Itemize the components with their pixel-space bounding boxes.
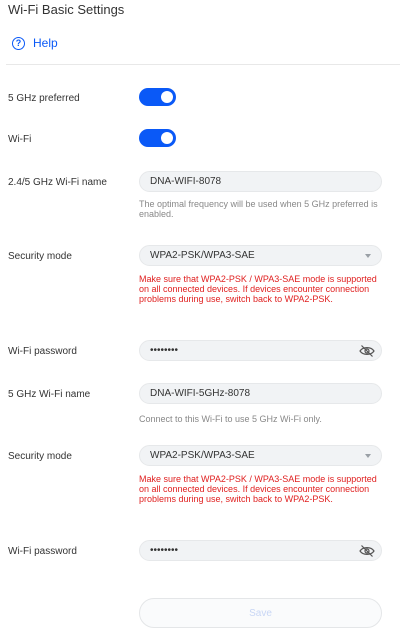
wifi-5ghz-name-note: Connect to this Wi-Fi to use 5 GHz Wi-Fi… xyxy=(139,414,322,424)
toggle-knob xyxy=(161,132,173,144)
wifi-5ghz-name-label: 5 GHz Wi-Fi name xyxy=(8,389,91,400)
wifi-toggle[interactable] xyxy=(139,129,176,147)
wifi-5ghz-name-value: DNA-WIFI-5GHz-8078 xyxy=(150,388,251,399)
security-mode-select[interactable]: WPA2-PSK/WPA3-SAE xyxy=(139,245,382,266)
wifi-5ghz-name-input[interactable]: DNA-WIFI-5GHz-8078 xyxy=(139,383,382,404)
wifi-name-note: The optimal frequency will be used when … xyxy=(139,199,378,219)
page-title: Wi-Fi Basic Settings xyxy=(8,2,125,17)
security-mode-5ghz-label: Security mode xyxy=(8,451,72,462)
security-mode-warning: Make sure that WPA2-PSK / WPA3-SAE mode … xyxy=(139,274,377,304)
hide-password-icon[interactable] xyxy=(359,344,375,358)
security-mode-5ghz-warning: Make sure that WPA2-PSK / WPA3-SAE mode … xyxy=(139,474,377,504)
help-icon: ? xyxy=(12,36,25,50)
band-preference-toggle[interactable] xyxy=(139,88,176,106)
wifi-password-label: Wi-Fi password xyxy=(8,346,77,357)
wifi-password-value: •••••••• xyxy=(150,345,179,356)
wifi-name-value: DNA-WIFI-8078 xyxy=(150,176,222,187)
divider xyxy=(6,64,400,65)
security-mode-label: Security mode xyxy=(8,251,72,262)
wifi-5ghz-password-label: Wi-Fi password xyxy=(8,546,77,557)
band-preference-label: 5 GHz preferred xyxy=(8,93,80,104)
chevron-down-icon xyxy=(365,254,371,258)
wifi-5ghz-password-value: •••••••• xyxy=(150,545,179,556)
security-mode-value: WPA2-PSK/WPA3-SAE xyxy=(150,250,255,261)
security-mode-5ghz-select[interactable]: WPA2-PSK/WPA3-SAE xyxy=(139,445,382,466)
wifi-name-label: 2.4/5 GHz Wi-Fi name xyxy=(8,177,107,188)
wifi-name-input[interactable]: DNA-WIFI-8078 xyxy=(139,171,382,192)
hide-password-icon[interactable] xyxy=(359,544,375,558)
help-label: Help xyxy=(33,36,58,50)
wifi-label: Wi-Fi xyxy=(8,134,32,145)
chevron-down-icon xyxy=(365,454,371,458)
help-link[interactable]: ? Help xyxy=(12,36,58,50)
toggle-knob xyxy=(161,91,173,103)
wifi-password-input[interactable]: •••••••• xyxy=(139,340,382,361)
security-mode-5ghz-value: WPA2-PSK/WPA3-SAE xyxy=(150,450,255,461)
save-button[interactable]: Save xyxy=(139,598,382,628)
wifi-5ghz-password-input[interactable]: •••••••• xyxy=(139,540,382,561)
